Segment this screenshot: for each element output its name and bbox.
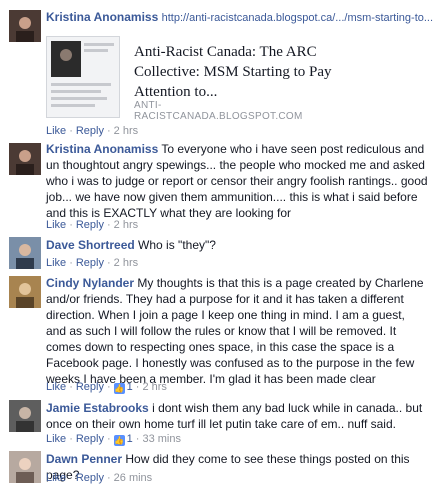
comment-text: Who is "they"? <box>138 238 216 252</box>
reply-link[interactable]: Reply <box>76 472 104 484</box>
comment: Dave Shortreed Who is "they"? Like · Reply… <box>0 235 438 271</box>
comment-author[interactable]: Jamie Estabrooks <box>46 401 149 415</box>
reply-link[interactable]: Reply <box>76 257 104 269</box>
link-preview[interactable]: Anti-Racist Canada: The ARC Collective: … <box>46 36 332 126</box>
preview-domain: ANTI-RACISTCANADA.BLOGSPOT.COM <box>134 100 303 122</box>
comment-text: My thoughts is that this is a page creat… <box>46 276 424 386</box>
comment-actions: Like · Reply · 2 hrs <box>46 219 139 231</box>
like-link[interactable]: Like <box>46 433 66 445</box>
reply-link[interactable]: Reply <box>76 433 104 445</box>
like-link[interactable]: Like <box>46 125 66 137</box>
thumbs-up-icon: 👍 <box>113 383 125 394</box>
preview-thumbnail <box>46 36 120 118</box>
like-link[interactable]: Like <box>46 219 66 231</box>
preview-title[interactable]: Anti-Racist Canada: The ARC Collective: … <box>134 42 374 102</box>
comment-thread: Kristina Anonamiss http://anti-racistcan… <box>0 0 438 486</box>
avatar[interactable] <box>9 237 41 269</box>
thumbs-up-icon: 👍 <box>113 435 125 446</box>
comment-actions: Like · Reply · 2 hrs <box>46 257 139 269</box>
comment-author[interactable]: Kristina Anonamiss <box>46 142 158 156</box>
like-link[interactable]: Like <box>46 257 66 269</box>
comment-time[interactable]: 2 hrs <box>114 257 138 269</box>
like-count[interactable]: 1 <box>127 381 133 393</box>
avatar[interactable] <box>9 10 41 42</box>
comment: Jamie Estabrooks i dont wish them any ba… <box>0 399 438 446</box>
comment-actions: Like · Reply · 👍 1 · 2 hrs <box>46 381 167 394</box>
comment-time[interactable]: 26 mins <box>114 472 153 484</box>
comment: Kristina Anonamiss To everyone who i hav… <box>0 139 438 233</box>
avatar[interactable] <box>9 143 41 175</box>
comment: Kristina Anonamiss http://anti-racistcan… <box>0 6 438 137</box>
comment-actions: Like · Reply · 26 mins <box>46 472 153 484</box>
comment-author[interactable]: Dave Shortreed <box>46 238 135 252</box>
like-link[interactable]: Like <box>46 472 66 484</box>
avatar[interactable] <box>9 276 41 308</box>
comment-time[interactable]: 33 mins <box>142 433 181 445</box>
comment-author[interactable]: Kristina Anonamiss <box>46 10 158 24</box>
reply-link[interactable]: Reply <box>76 125 104 137</box>
like-count[interactable]: 1 <box>127 433 133 445</box>
reply-link[interactable]: Reply <box>76 381 104 393</box>
reply-link[interactable]: Reply <box>76 219 104 231</box>
like-link[interactable]: Like <box>46 381 66 393</box>
comment-author[interactable]: Cindy Nylander <box>46 276 134 290</box>
comment-time[interactable]: 2 hrs <box>142 381 166 393</box>
comment-time[interactable]: 2 hrs <box>114 125 138 137</box>
comment: Cindy Nylander My thoughts is that this … <box>0 274 438 394</box>
comment-actions: Like · Reply · 2 hrs <box>46 125 139 137</box>
comment-actions: Like · Reply · 👍 1 · 33 mins <box>46 433 181 446</box>
avatar[interactable] <box>9 451 41 483</box>
avatar[interactable] <box>9 400 41 432</box>
comment-link[interactable]: http://anti-racistcanada.blogspot.ca/...… <box>162 12 433 24</box>
comment-author[interactable]: Dawn Penner <box>46 452 122 466</box>
comment: Dawn Penner How did they come to see the… <box>0 450 438 486</box>
comment-time[interactable]: 2 hrs <box>114 219 138 231</box>
